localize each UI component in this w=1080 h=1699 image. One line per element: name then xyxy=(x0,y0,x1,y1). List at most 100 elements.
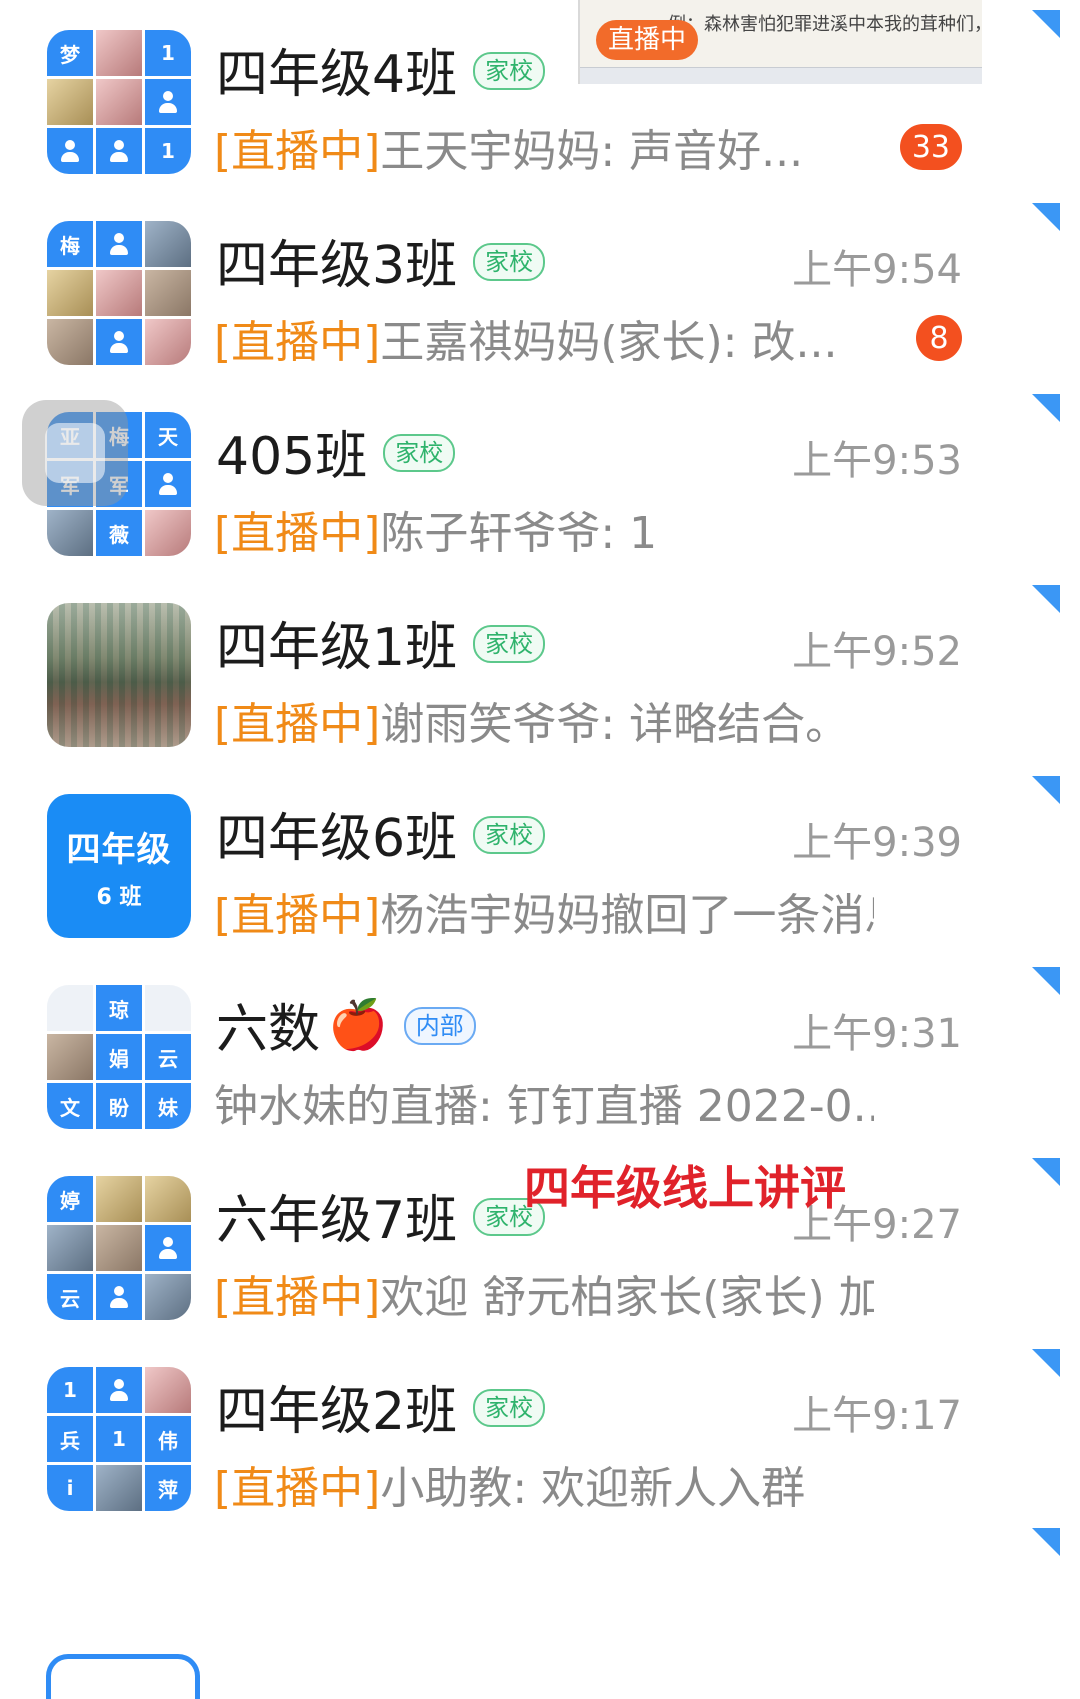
live-prefix: [直播中] xyxy=(214,699,381,750)
avatar-photo xyxy=(47,319,93,365)
avatar-photo xyxy=(47,510,93,556)
avatar-cell xyxy=(47,128,93,174)
avatar-photo xyxy=(145,221,191,267)
avatar-cell: 兵 xyxy=(47,1416,93,1462)
avatar-subtext: 6 班 xyxy=(96,884,142,910)
chat-row-四年级2班[interactable]: 1 兵 1 伟 i 萍 四年级2班 家校 上午9:17 [直播中] 小助教: 欢迎… xyxy=(0,1337,1080,1541)
group-name: 四年级2班 xyxy=(216,1381,458,1442)
avatar-cell: 1 xyxy=(145,30,191,76)
avatar-photo xyxy=(96,79,142,125)
person-icon xyxy=(108,1286,130,1308)
avatar-cell: 萍 xyxy=(145,1465,191,1511)
pin-corner-icon xyxy=(1032,1158,1060,1186)
chat-list: 梦 1 1 四年级4班 家校 [直播中] 王天宇妈妈: 声音好... 33 例：森… xyxy=(0,0,1080,1699)
group-tag: 家校 xyxy=(383,434,456,472)
message-text: 王嘉祺妈妈(家长): 改... xyxy=(380,317,838,368)
avatar-cell xyxy=(145,79,191,125)
message-text: 谢雨笑爷爷: 详略结合。 xyxy=(380,699,850,750)
last-message-time: 上午9:52 xyxy=(792,629,962,675)
pin-corner-icon xyxy=(1032,1349,1060,1377)
avatar-cell: 盼 xyxy=(96,1083,142,1129)
avatar-photo xyxy=(96,30,142,76)
message-text: 陈子轩爷爷: 1 xyxy=(380,508,658,559)
avatar-cell xyxy=(145,461,191,507)
avatar-cell xyxy=(96,1274,142,1320)
last-message: [直播中] 陈子轩爷爷: 1 xyxy=(214,498,874,560)
chat-title-line: 四年级2班 家校 xyxy=(216,1371,546,1442)
person-icon xyxy=(108,1379,130,1401)
person-icon xyxy=(108,140,130,162)
avatar-cell: 云 xyxy=(145,1034,191,1080)
live-preview-toolbar xyxy=(580,67,982,84)
floating-button-inner xyxy=(45,423,105,483)
unread-badge: 8 xyxy=(916,315,962,361)
person-icon xyxy=(157,1237,179,1259)
avatar-cell: 1 xyxy=(145,128,191,174)
last-message: 钟水妹的直播: 钉钉直播 2022-0... xyxy=(214,1071,874,1133)
pin-corner-icon xyxy=(1032,776,1060,804)
avatar-photo xyxy=(96,1465,142,1511)
last-message: [直播中] 王嘉祺妈妈(家长): 改... xyxy=(214,307,874,369)
avatar-cell xyxy=(145,985,191,1031)
avatar-cell: 伟 xyxy=(145,1416,191,1462)
avatar-cell: 天 xyxy=(145,412,191,458)
group-tag: 家校 xyxy=(473,816,546,854)
avatar-cell: 云 xyxy=(47,1274,93,1320)
message-text: 欢迎 舒元柏家长(家长) 加... xyxy=(380,1272,874,1323)
avatar-cell: 婷 xyxy=(47,1176,93,1222)
pin-corner-icon xyxy=(1032,10,1060,38)
avatar-cell: 1 xyxy=(96,1416,142,1462)
avatar-cell: 梅 xyxy=(47,221,93,267)
chat-row-四年级1班[interactable]: 四年级1班 家校 上午9:52 [直播中] 谢雨笑爷爷: 详略结合。 xyxy=(0,573,1080,777)
group-tag: 家校 xyxy=(473,243,546,281)
avatar-cell xyxy=(96,1367,142,1413)
message-text: 钟水妹的直播: 钉钉直播 2022-0... xyxy=(214,1081,874,1132)
avatar-cell: 梦 xyxy=(47,30,93,76)
avatar-cell: i xyxy=(47,1465,93,1511)
last-message: [直播中] 王天宇妈妈: 声音好... xyxy=(214,116,874,178)
message-text: 王天宇妈妈: 声音好... xyxy=(380,126,804,177)
avatar-text: 四年级 xyxy=(66,829,172,870)
live-prefix: [直播中] xyxy=(214,1272,381,1323)
last-message-time: 上午9:54 xyxy=(792,247,962,293)
message-text: 杨浩宇妈妈撤回了一条消息 xyxy=(380,890,874,941)
group-avatar: 梦 1 1 xyxy=(47,30,191,174)
avatar-photo xyxy=(47,270,93,316)
group-avatar: 1 兵 1 伟 i 萍 xyxy=(47,1367,191,1511)
last-message-time: 上午9:39 xyxy=(792,820,962,866)
chat-row-405班[interactable]: 亚 梅 天 军 军 薇 405班 家校 上午9:53 [直播中]陈子轩爷爷: 1 xyxy=(0,382,1080,586)
chat-title-line: 六年级7班 家校 xyxy=(216,1180,546,1251)
group-name: 六数 xyxy=(216,999,321,1060)
pin-corner-icon xyxy=(1032,1528,1060,1556)
group-tag: 家校 xyxy=(473,1389,546,1427)
group-name: 四年级6班 xyxy=(216,808,458,869)
last-message-time: 上午9:31 xyxy=(792,1011,962,1057)
apple-emoji-icon: 🍎 xyxy=(328,996,388,1053)
avatar-cell xyxy=(47,985,93,1031)
group-tag: 家校 xyxy=(473,625,546,663)
avatar-cell: 琼 xyxy=(96,985,142,1031)
group-name: 405班 xyxy=(216,426,368,487)
floating-assist-button[interactable] xyxy=(22,400,128,506)
chat-row-六数[interactable]: 琼 娟 云 文 盼 妹 六数 🍎 内部 上午9:31 钟水妹的直播: 钉钉直播 … xyxy=(0,955,1080,1159)
last-message: [直播中] 小助教: 欢迎新人入群 xyxy=(214,1453,874,1515)
group-name: 六年级7班 xyxy=(216,1190,458,1251)
avatar-photo xyxy=(47,1225,93,1271)
chat-row-四年级6班[interactable]: 四年级 6 班 四年级6班 家校 上午9:39 [直播中] 杨浩宇妈妈撤回了一条消… xyxy=(0,764,1080,968)
avatar-photo xyxy=(145,1274,191,1320)
pin-corner-icon xyxy=(1032,394,1060,422)
avatar-photo xyxy=(145,319,191,365)
person-icon xyxy=(108,331,130,353)
group-avatar: 四年级 6 班 xyxy=(47,794,191,938)
chat-title-line: 六数 🍎 内部 xyxy=(216,989,476,1060)
chat-row-四年级3班[interactable]: 梅 四年级3班 家校 上午9:54 [直播中] 王嘉祺妈妈(家长): 改... 8 xyxy=(0,191,1080,395)
avatar-cell: 薇 xyxy=(96,510,142,556)
avatar-cell xyxy=(96,319,142,365)
live-badge[interactable]: 直播中 xyxy=(596,20,699,60)
avatar-cell: 妹 xyxy=(145,1083,191,1129)
pin-corner-icon xyxy=(1032,203,1060,231)
last-message-time: 上午9:17 xyxy=(792,1393,962,1439)
last-message: [直播中] 欢迎 舒元柏家长(家长) 加... xyxy=(214,1262,874,1324)
group-name: 四年级3班 xyxy=(216,235,458,296)
group-avatar: 琼 娟 云 文 盼 妹 xyxy=(47,985,191,1129)
